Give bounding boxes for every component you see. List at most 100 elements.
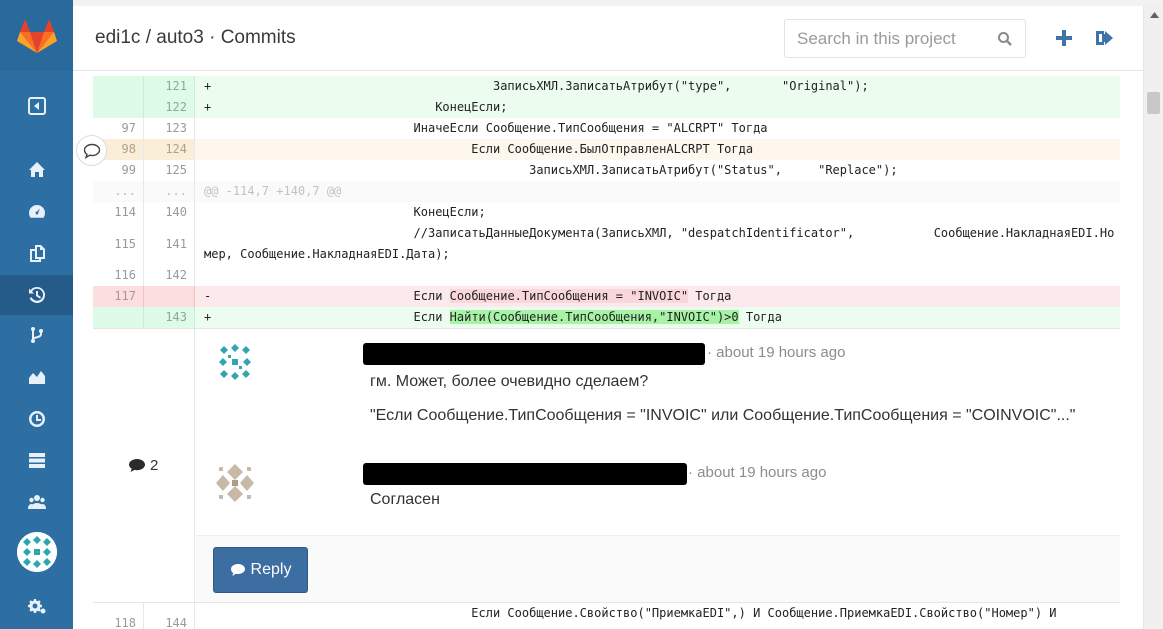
users-icon (27, 495, 46, 509)
vertical-scrollbar[interactable] (1143, 6, 1163, 629)
old-line-number[interactable] (93, 307, 144, 328)
code-line: КонецЕсли; (204, 205, 486, 219)
discussion-thread: 2 · about 19 hours ago гм. Может, более … (93, 328, 1120, 603)
note-timestamp[interactable]: · about 19 hours ago (688, 464, 826, 481)
note-body: Согласен (370, 491, 440, 508)
author-avatar[interactable] (213, 461, 257, 505)
graph-icon (28, 371, 45, 384)
new-line-number[interactable]: 142 (144, 265, 195, 286)
old-line-number[interactable]: 115 (93, 223, 144, 265)
diff-line: 115 141 //ЗаписатьДанныеДокумента(Запись… (93, 223, 1120, 265)
new-item-button[interactable] (1052, 26, 1076, 50)
note-timestamp[interactable]: · about 19 hours ago (707, 344, 845, 361)
search-box[interactable] (784, 19, 1026, 58)
scrollbar-thumb[interactable] (1147, 92, 1160, 114)
code-suffix: Тогда (688, 289, 732, 303)
sidebar-item-servers[interactable] (0, 440, 73, 480)
diff-line: 122 + КонецЕсли; (93, 97, 1120, 118)
redacted-author-name (363, 463, 687, 485)
sidebar-item-home[interactable] (0, 150, 73, 190)
sidebar-toggle[interactable] (0, 86, 73, 126)
old-line-number[interactable]: 97 (93, 118, 144, 139)
comments-icon (129, 459, 145, 472)
new-line-number[interactable]: 143 (144, 307, 195, 328)
sidebar-item-graphs[interactable] (0, 357, 73, 397)
plus-icon (1056, 30, 1072, 46)
old-line-number[interactable]: 114 (93, 202, 144, 223)
redacted-author-name (363, 343, 705, 365)
comment-icon (83, 143, 100, 159)
new-line-number[interactable]: 125 (144, 160, 195, 181)
search-input[interactable] (785, 20, 985, 57)
diff-hunk-header[interactable]: ... ... @@ -114,7 +140,7 @@ (93, 181, 1120, 202)
old-line-number[interactable]: 118 (93, 603, 144, 629)
code-line: Если Сообщение.Свойство("ПриемкаEDI",) И… (204, 606, 1057, 620)
history-icon (28, 286, 45, 303)
diff-line: 118 144 Если Сообщение.Свойство("Приемка… (93, 603, 1120, 629)
code-line: + КонецЕсли; (195, 97, 1120, 118)
home-icon (28, 162, 45, 177)
code-line: + ЗаписьХМЛ.ЗаписатьАтрибут("type", "Ori… (195, 76, 1120, 97)
scroll-up-button[interactable] (1144, 6, 1163, 23)
new-line-number[interactable]: 121 (144, 76, 195, 97)
hunk-header-text: @@ -114,7 +140,7 @@ (195, 181, 1120, 202)
code-line: ЗаписьХМЛ.ЗаписатьАтрибут("Status", "Rep… (204, 163, 898, 177)
identicon-avatar (213, 461, 257, 505)
sidebar-item-branches[interactable] (0, 315, 73, 355)
new-line-number[interactable]: 140 (144, 202, 195, 223)
add-comment-button[interactable] (76, 135, 107, 166)
sidebar-item-dashboard[interactable] (0, 192, 73, 232)
new-line-number: ... (144, 181, 195, 202)
diff-line: 97 123 ИначеЕсли Сообщение.ТипСообщения … (93, 118, 1120, 139)
clock-icon (28, 411, 45, 427)
sidebar-item-settings[interactable] (0, 586, 73, 626)
code-prefix: - Если (204, 289, 450, 303)
old-line-number[interactable]: 117 (93, 286, 144, 307)
code-line: + Если Найти(Сообщение.ТипСообщения,"INV… (195, 307, 1120, 328)
code-line: - Если Сообщение.ТипСообщения = "INVOIC"… (195, 286, 1120, 307)
sidebar-item-members[interactable] (0, 482, 73, 522)
discussion-gutter: 2 (93, 329, 195, 602)
sign-out-icon (1096, 31, 1113, 45)
identicon-avatar (213, 340, 257, 384)
reply-label: Reply (250, 561, 292, 578)
new-line-number[interactable]: 144 (144, 603, 195, 629)
new-line-number[interactable] (144, 286, 195, 307)
sign-out-button[interactable] (1093, 26, 1117, 50)
old-line-number: ... (93, 181, 144, 202)
code-line: Если Сообщение.БылОтправленALCRPT Тогда (195, 139, 1120, 160)
diff-line-highlighted: 98 124 Если Сообщение.БылОтправленALCRPT… (93, 139, 1120, 160)
diff-line: 121 + ЗаписьХМЛ.ЗаписатьАтрибут("type", … (93, 76, 1120, 97)
discussion-count[interactable]: 2 (128, 457, 158, 474)
gitlab-logo[interactable] (0, 0, 73, 71)
reply-button[interactable]: Reply (213, 547, 308, 593)
old-line-number[interactable]: 99 (93, 160, 144, 181)
user-avatar[interactable] (17, 532, 57, 572)
added-highlight: Найти(Сообщение.ТипСообщения,"INVOIC")>0 (449, 310, 739, 324)
author-avatar[interactable] (213, 340, 257, 384)
sidebar-toggle-icon (27, 97, 46, 115)
new-line-number[interactable]: 122 (144, 97, 195, 118)
sidebar-item-commits[interactable] (0, 275, 73, 315)
code-line: //ЗаписатьДанныеДокумента(ЗаписьХМЛ, "de… (204, 226, 1115, 261)
header: edi1c / auto3 · Commits (73, 6, 1143, 71)
diff-line: 99 125 ЗаписьХМЛ.ЗаписатьАтрибут("Status… (93, 160, 1120, 181)
discussion-count-value: 2 (150, 457, 159, 474)
diff-line: 116 142 (93, 265, 1120, 286)
sidebar-item-activity[interactable] (0, 399, 73, 439)
gitlab-logo-icon (16, 18, 57, 53)
code-suffix: Тогда (738, 310, 782, 324)
new-line-number[interactable]: 141 (144, 223, 195, 265)
new-line-number[interactable]: 124 (144, 139, 195, 160)
search-icon[interactable] (997, 31, 1013, 47)
settings-icon (27, 599, 45, 614)
new-line-number[interactable]: 123 (144, 118, 195, 139)
old-line-number[interactable] (93, 97, 144, 118)
identicon-avatar (17, 532, 57, 572)
page-margin (1120, 71, 1143, 629)
sidebar-item-files[interactable] (0, 233, 73, 273)
old-line-number[interactable]: 116 (93, 265, 144, 286)
reply-area: Reply (196, 535, 1120, 602)
old-line-number[interactable] (93, 76, 144, 97)
